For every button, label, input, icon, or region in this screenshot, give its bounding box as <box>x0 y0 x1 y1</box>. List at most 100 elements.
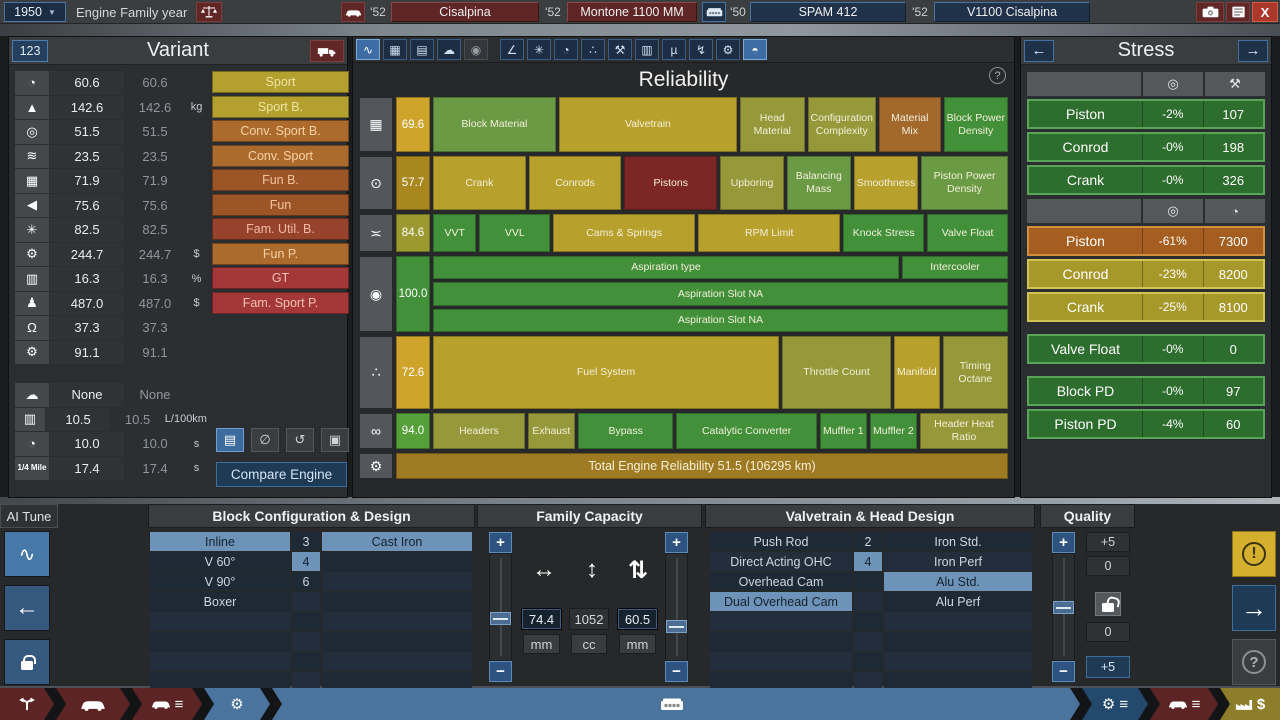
close-button[interactable]: X <box>1252 2 1278 22</box>
variant-item-gt[interactable]: GT <box>212 267 349 289</box>
notes-button[interactable]: ▤ <box>216 428 244 452</box>
tab-v1100-cisalpina[interactable]: V1100 Cisalpina <box>934 2 1090 22</box>
power-graph-view-button[interactable]: ∿ <box>356 39 380 60</box>
variant-item-conv-sport-b[interactable]: Conv. Sport B. <box>212 120 349 142</box>
reliability-view-button[interactable]: ◓ <box>743 39 767 60</box>
slider-track[interactable] <box>489 553 512 661</box>
increase-button[interactable]: + <box>489 532 512 553</box>
nav-branch-step[interactable] <box>0 688 54 720</box>
option-3-cyl[interactable]: 3 <box>292 532 320 551</box>
variant-item-sport-b[interactable]: Sport B. <box>212 96 349 118</box>
slider-handle[interactable] <box>666 620 687 633</box>
option-alu-perf[interactable]: Alu Perf <box>884 592 1032 611</box>
tuning-curves-button[interactable]: ∿ <box>4 531 50 577</box>
prev-panel-button[interactable]: ← <box>1024 40 1054 62</box>
nav-engine-tune-step[interactable]: ⚙ ≡ <box>1082 688 1148 720</box>
bore-slider[interactable]: + − <box>489 532 512 682</box>
turbo-view-button[interactable]: ◉ <box>464 39 488 60</box>
emissions-view-button[interactable]: ☁ <box>437 39 461 60</box>
regulations-scale-button[interactable] <box>196 2 222 22</box>
option-iron-perf[interactable]: Iron Perf <box>884 552 1032 571</box>
stat-unit <box>186 194 207 218</box>
numbers-toggle-button[interactable]: 123 <box>12 40 48 62</box>
slider-track[interactable] <box>665 553 688 661</box>
stroke-value[interactable]: 60.5 <box>617 608 658 630</box>
variant-item-fam-util-b[interactable]: Fam. Util. B. <box>212 218 349 240</box>
option-v90[interactable]: V 90° <box>150 572 290 591</box>
option-v60[interactable]: V 60° <box>150 552 290 571</box>
option-ohc[interactable]: Overhead Cam <box>710 572 852 591</box>
option-daohc[interactable]: Direct Acting OHC <box>710 552 852 571</box>
variant-item-conv-sport[interactable]: Conv. Sport <box>212 145 349 167</box>
service-view-button[interactable]: ⚙ <box>716 39 740 60</box>
decrease-button[interactable]: − <box>665 661 688 682</box>
stat-row-sportiness: ≋ 23.5 23.5 <box>15 145 207 169</box>
option-dohc[interactable]: Dual Overhead Cam <box>710 592 852 611</box>
quad-graph-view-button[interactable]: ▦ <box>383 39 407 60</box>
option-4-cyl[interactable]: 4 <box>292 552 320 571</box>
warning-button[interactable]: ! <box>1232 531 1276 577</box>
back-button[interactable]: ← <box>4 585 50 631</box>
quality-lock-button[interactable] <box>1095 592 1121 616</box>
table-view-button[interactable]: ▤ <box>410 39 434 60</box>
increase-button[interactable]: + <box>1052 532 1075 553</box>
report-button[interactable] <box>1226 2 1250 22</box>
option-boxer[interactable]: Boxer <box>150 592 290 611</box>
option-2-valves[interactable]: 2 <box>854 532 882 551</box>
option-6-cyl[interactable]: 6 <box>292 572 320 591</box>
slider-handle[interactable] <box>490 612 511 625</box>
variant-item-fun-b[interactable]: Fun B. <box>212 169 349 191</box>
screenshot-button[interactable] <box>1196 2 1224 22</box>
option-inline[interactable]: Inline <box>150 532 290 551</box>
forward-button[interactable]: → <box>1232 585 1276 631</box>
quality-min-label[interactable]: +5 <box>1086 656 1130 678</box>
compare-engine-button[interactable]: Compare Engine <box>216 462 347 487</box>
variant-item-fun-p[interactable]: Fun P. <box>212 243 349 265</box>
next-panel-button[interactable]: → <box>1238 40 1268 62</box>
nav-factory-cost-step[interactable]: $ <box>1220 688 1280 720</box>
car-tab-icon-button[interactable] <box>341 2 365 22</box>
ai-tune-button[interactable]: AI Tune <box>0 504 58 528</box>
variant-item-fam-sport-p[interactable]: Fam. Sport P. <box>212 292 349 314</box>
lock-button[interactable] <box>4 639 50 685</box>
nav-car-body-step[interactable] <box>56 688 130 720</box>
gauge-view-button[interactable]: ◔ <box>554 39 578 60</box>
engine-tab-icon-button[interactable] <box>702 2 726 22</box>
nav-engine-family-step[interactable]: ⚙ <box>204 688 270 720</box>
decrease-button[interactable]: − <box>1052 661 1075 682</box>
discard-button[interactable]: ∅ <box>251 428 279 452</box>
nav-engine-variant-step[interactable] <box>272 688 1080 720</box>
variant-item-fun[interactable]: Fun <box>212 194 349 216</box>
nav-car-trim-step[interactable]: ≡ <box>132 688 202 720</box>
clone-button[interactable]: ▣ <box>321 428 349 452</box>
tab-spam-412[interactable]: SPAM 412 <box>750 2 906 22</box>
undo-button[interactable]: ↺ <box>286 428 314 452</box>
slider-handle[interactable] <box>1053 601 1074 614</box>
quality-slider[interactable]: + − <box>1052 532 1075 682</box>
flow-view-button[interactable]: ✳ <box>527 39 551 60</box>
stroke-slider[interactable]: + − <box>665 532 688 682</box>
help-button[interactable]: ? <box>1232 639 1276 685</box>
dyno-chart-button[interactable]: ∠ <box>500 39 524 60</box>
bore-value[interactable]: 74.4 <box>521 608 562 630</box>
knock-view-button[interactable]: ↯ <box>689 39 713 60</box>
option-push-rod[interactable]: Push Rod <box>710 532 852 551</box>
option-4-valves[interactable]: 4 <box>854 552 882 571</box>
nav-car-test-step[interactable]: ≡ <box>1150 688 1218 720</box>
utility-truck-button[interactable] <box>310 40 344 62</box>
option-iron-std[interactable]: Iron Std. <box>884 532 1032 551</box>
increase-button[interactable]: + <box>665 532 688 553</box>
friction-view-button[interactable]: µ <box>662 39 686 60</box>
option-alu-std[interactable]: Alu Std. <box>884 572 1032 591</box>
tab-cisalpina[interactable]: Cisalpina <box>391 2 539 22</box>
option-cast-iron[interactable]: Cast Iron <box>322 532 472 551</box>
engine-family-year-select[interactable]: 1950 ▼ <box>4 2 66 22</box>
help-icon[interactable]: ? <box>989 67 1006 84</box>
variant-item-sport[interactable]: Sport <box>212 71 349 93</box>
fuel-pump-view-button[interactable]: ▥ <box>635 39 659 60</box>
slider-track[interactable] <box>1052 553 1075 661</box>
tab-montone[interactable]: Montone 1100 MM <box>567 2 697 22</box>
injector-view-button[interactable]: ∴ <box>581 39 605 60</box>
tools-view-button[interactable]: ⚒ <box>608 39 632 60</box>
decrease-button[interactable]: − <box>489 661 512 682</box>
